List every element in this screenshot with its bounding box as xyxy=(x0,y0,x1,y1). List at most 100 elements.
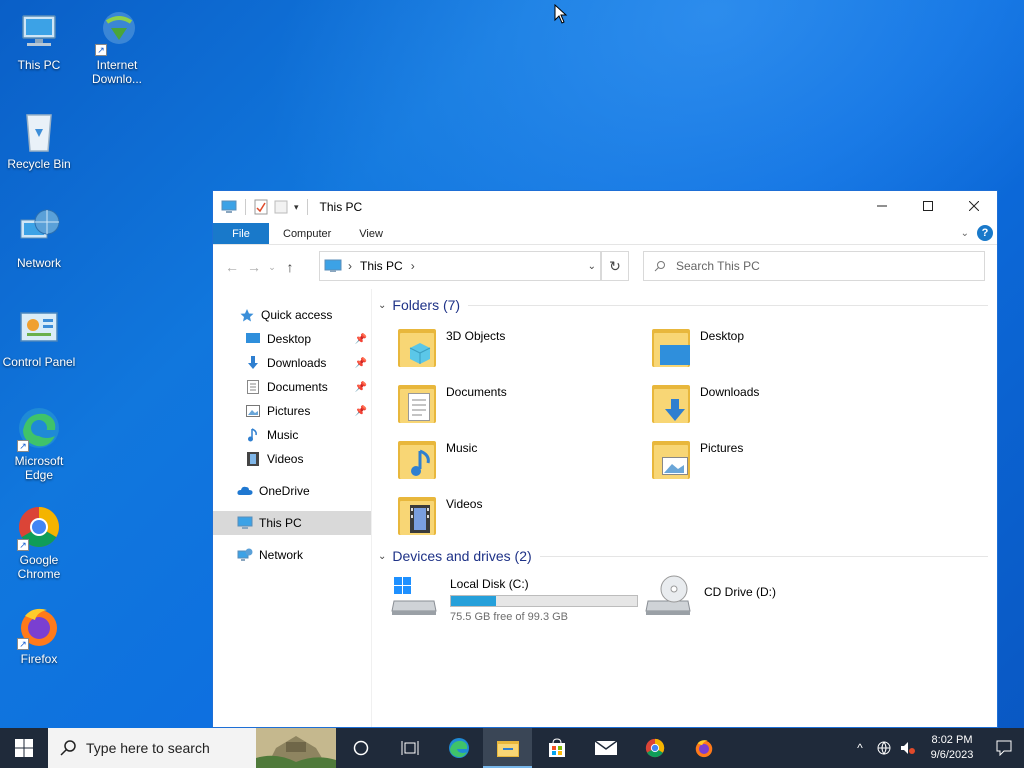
pin-icon[interactable]: 📌 xyxy=(355,334,367,345)
drive-tile-local-disk-c[interactable]: Local Disk (C:) 75.5 GB free of 99.3 GB xyxy=(390,573,638,623)
expand-ribbon-chevron-icon[interactable]: ⌄ xyxy=(961,228,969,239)
nav-this-pc[interactable]: This PC xyxy=(213,511,371,535)
desktop-icon-control-panel[interactable]: Control Panel xyxy=(0,305,78,369)
start-button[interactable] xyxy=(0,728,48,768)
tab-file[interactable]: File xyxy=(213,223,269,244)
nav-item-videos[interactable]: Videos xyxy=(213,447,371,471)
nav-label: Music xyxy=(267,428,299,442)
document-icon xyxy=(245,379,261,395)
collapse-chevron-icon[interactable]: ⌄ xyxy=(378,551,386,562)
taskbar-firefox[interactable] xyxy=(679,728,728,768)
pin-icon[interactable]: 📌 xyxy=(355,358,367,369)
file-explorer-window[interactable]: ▾ This PC File Computer View ⌄ ? ← → ⌄ ↑ xyxy=(212,190,998,728)
ribbon-tabs: File Computer View ⌄ ? xyxy=(213,223,997,245)
tab-view[interactable]: View xyxy=(345,223,397,244)
desktop-icon-this-pc[interactable]: This PC xyxy=(0,8,78,72)
desktop-icon-google-chrome[interactable]: ↗ Google Chrome xyxy=(0,503,78,581)
task-view-button[interactable] xyxy=(385,728,434,768)
nav-network[interactable]: Network xyxy=(213,543,371,567)
clock[interactable]: 8:02 PM 9/6/2023 xyxy=(920,733,984,763)
desktop-icon-microsoft-edge[interactable]: ↗ Microsoft Edge xyxy=(0,404,78,482)
folder-tile-music[interactable]: Music xyxy=(396,437,477,481)
window-controls xyxy=(859,191,997,221)
chrome-icon xyxy=(645,738,664,758)
customize-toolbar-chevron-icon[interactable]: ▾ xyxy=(294,202,299,213)
title-bar[interactable]: ▾ This PC xyxy=(213,191,997,223)
folder-tile-desktop[interactable]: Desktop xyxy=(650,325,744,369)
desktop-icon-network[interactable]: Network xyxy=(0,206,78,270)
desktop-icon-label: This PC xyxy=(17,58,61,72)
taskbar-file-explorer[interactable] xyxy=(483,728,532,768)
nav-quick-access[interactable]: Quick access xyxy=(213,303,371,327)
desktop-icon-label: Network xyxy=(16,256,61,270)
devices-group-header[interactable]: ⌄ Devices and drives (2) xyxy=(378,548,988,564)
taskbar-edge[interactable] xyxy=(434,728,483,768)
volume-muted-icon[interactable] xyxy=(896,741,920,755)
drive-free-space: 75.5 GB free of 99.3 GB xyxy=(450,611,569,623)
network-globe-icon[interactable] xyxy=(872,741,896,755)
maximize-button[interactable] xyxy=(905,191,951,221)
breadcrumb-separator-icon[interactable]: › xyxy=(411,259,415,273)
refresh-button[interactable]: ↻ xyxy=(601,251,629,281)
back-button[interactable]: ← xyxy=(221,259,243,275)
nav-item-pictures[interactable]: Pictures 📌 xyxy=(213,399,371,423)
shortcut-arrow-icon: ↗ xyxy=(17,539,29,551)
properties-icon[interactable] xyxy=(254,199,268,215)
folder-tile-downloads[interactable]: Downloads xyxy=(650,381,759,425)
search-icon xyxy=(60,740,76,756)
nav-item-downloads[interactable]: Downloads 📌 xyxy=(213,351,371,375)
folder-tile-pictures[interactable]: Pictures xyxy=(650,437,743,481)
this-pc-icon xyxy=(324,259,342,272)
cloud-icon xyxy=(237,483,253,499)
folder-tile-documents[interactable]: Documents xyxy=(396,381,507,425)
desktop-icon-internet-download-manager[interactable]: ↗ Internet Downlo... xyxy=(78,8,156,86)
show-hidden-icons-chevron-icon[interactable]: ^ xyxy=(848,741,872,755)
up-button[interactable]: ↑ xyxy=(279,259,301,275)
search-input[interactable]: Search This PC xyxy=(643,251,985,281)
new-folder-icon[interactable] xyxy=(274,199,288,215)
minimize-button[interactable] xyxy=(859,191,905,221)
content-pane[interactable]: ⌄ Folders (7) 3D Objects Desktop Documen… xyxy=(371,289,997,727)
pin-icon[interactable]: 📌 xyxy=(355,382,367,393)
tab-computer[interactable]: Computer xyxy=(269,223,345,244)
drive-usage-bar xyxy=(450,595,638,607)
address-row: ← → ⌄ ↑ › This PC › ⌄ ↻ Search This PC xyxy=(213,245,997,289)
videos-folder-icon xyxy=(396,493,440,537)
music-note-icon xyxy=(245,427,261,443)
taskbar-chrome[interactable] xyxy=(630,728,679,768)
address-dropdown-chevron-icon[interactable]: ⌄ xyxy=(588,261,596,272)
nav-label: Network xyxy=(259,548,304,562)
collapse-chevron-icon[interactable]: ⌄ xyxy=(378,300,386,311)
nav-onedrive[interactable]: OneDrive xyxy=(213,479,371,503)
desktop-icon-recycle-bin[interactable]: Recycle Bin xyxy=(0,107,78,171)
monitor-icon xyxy=(15,8,63,56)
folders-group-header[interactable]: ⌄ Folders (7) xyxy=(378,297,988,313)
drive-tile-cd-drive-d[interactable]: CD Drive (D:) xyxy=(644,573,776,617)
breadcrumb-this-pc[interactable]: This PC xyxy=(360,259,403,273)
mail-envelope-icon xyxy=(594,740,617,755)
nav-item-music[interactable]: Music xyxy=(213,423,371,447)
pin-icon[interactable]: 📌 xyxy=(355,406,367,417)
edge-icon: ↗ xyxy=(15,404,63,452)
forward-button[interactable]: → xyxy=(243,259,265,275)
desktop-icon-firefox[interactable]: ↗ Firefox xyxy=(0,602,78,666)
taskbar-mail[interactable] xyxy=(581,728,630,768)
cortana-button[interactable] xyxy=(336,728,385,768)
folder-tile-videos[interactable]: Videos xyxy=(396,493,482,537)
nav-item-documents[interactable]: Documents 📌 xyxy=(213,375,371,399)
desktop-folder-icon xyxy=(650,325,694,369)
action-center-button[interactable] xyxy=(984,740,1024,756)
folder-tile-3d-objects[interactable]: 3D Objects xyxy=(396,325,505,369)
taskbar-store[interactable] xyxy=(532,728,581,768)
header-divider xyxy=(468,304,988,306)
nav-item-desktop[interactable]: Desktop 📌 xyxy=(213,327,371,351)
taskbar-search-input[interactable]: Type here to search xyxy=(48,728,336,768)
address-bar[interactable]: › This PC › ⌄ xyxy=(319,251,601,281)
store-bag-icon xyxy=(548,738,565,757)
help-icon[interactable]: ? xyxy=(977,225,993,241)
recent-locations-chevron-icon[interactable]: ⌄ xyxy=(265,262,279,273)
firefox-icon: ↗ xyxy=(15,602,63,650)
navigation-pane[interactable]: Quick access Desktop 📌 Downloads 📌 Docum… xyxy=(213,289,371,727)
maximize-icon xyxy=(923,201,933,211)
close-button[interactable] xyxy=(951,191,997,221)
